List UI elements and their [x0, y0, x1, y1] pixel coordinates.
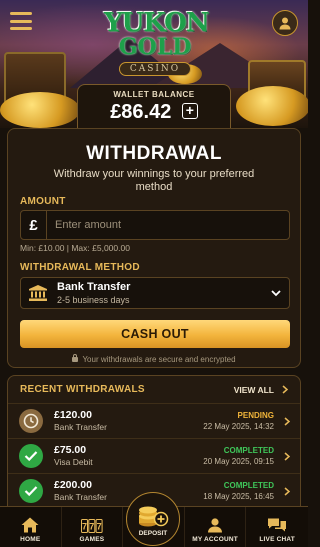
withdrawal-date: 20 May 2025, 09:15 — [203, 456, 274, 466]
chevron-right-icon — [282, 385, 288, 394]
logo-text: YUKON — [104, 8, 210, 38]
withdrawal-card: WITHDRAWAL Withdraw your winnings to you… — [7, 128, 301, 368]
nav-live-chat[interactable]: LIVE CHAT — [246, 507, 308, 547]
withdrawal-amount: £200.00 — [54, 479, 92, 491]
profile-button[interactable] — [272, 10, 298, 36]
amount-input[interactable] — [47, 211, 289, 239]
recent-withdrawals-panel: RECENT WITHDRAWALS VIEW ALL £120.00 Bank… — [7, 375, 301, 510]
coin-stack-icon — [139, 506, 169, 526]
withdrawal-method-select[interactable]: Bank Transfer 2-5 business days — [20, 277, 290, 309]
user-icon — [208, 518, 223, 533]
withdrawal-method: Bank Transfer — [54, 422, 107, 432]
withdrawal-date: 18 May 2025, 16:45 — [203, 491, 274, 501]
gold-coins-image — [236, 86, 308, 126]
withdrawal-method-label: WITHDRAWAL METHOD — [20, 262, 140, 273]
currency-symbol: £ — [21, 211, 47, 239]
wallet-balance-label: WALLET BALANCE — [113, 90, 195, 99]
gold-coins-image — [0, 92, 80, 128]
nav-live-chat-label: LIVE CHAT — [259, 536, 295, 543]
svg-text:7: 7 — [89, 522, 94, 532]
status-badge: COMPLETED — [223, 445, 274, 455]
nav-my-account[interactable]: MY ACCOUNT — [185, 507, 247, 547]
nav-games[interactable]: 7 7 7 GAMES — [62, 507, 124, 547]
clock-icon — [19, 409, 43, 433]
svg-text:7: 7 — [82, 522, 87, 532]
withdrawal-row[interactable]: £120.00 Bank Transfer PENDING 22 May 202… — [8, 404, 300, 439]
menu-icon-bar — [10, 27, 32, 30]
nav-my-account-label: MY ACCOUNT — [192, 536, 238, 543]
svg-text:7: 7 — [96, 522, 101, 532]
nav-home-label: HOME — [20, 536, 41, 543]
deposit-circle[interactable]: DEPOSIT — [126, 492, 180, 546]
hamburger-menu-button[interactable] — [10, 12, 32, 30]
chevron-down-icon — [263, 289, 289, 297]
menu-icon-bar — [10, 12, 32, 15]
page-subtitle: Withdraw your winnings to your preferred… — [53, 168, 255, 193]
security-note: Your withdrawals are secure and encrypte… — [8, 354, 300, 364]
bank-icon — [25, 285, 51, 301]
method-name: Bank Transfer — [57, 280, 131, 293]
check-icon — [19, 444, 43, 468]
menu-icon-bar — [10, 19, 32, 23]
nav-games-label: GAMES — [79, 536, 105, 543]
withdrawal-method: Visa Debit — [54, 457, 93, 467]
nav-deposit-label: DEPOSIT — [138, 529, 168, 537]
wallet-balance-panel: WALLET BALANCE £86.42 + — [77, 84, 231, 130]
check-icon — [19, 479, 43, 503]
recent-withdrawals-header: RECENT WITHDRAWALS VIEW ALL — [8, 376, 300, 404]
deposit-button[interactable]: DEPOSIT — [126, 492, 182, 547]
logo-text: CASINO — [118, 62, 192, 76]
recent-withdrawals-title: RECENT WITHDRAWALS — [20, 384, 145, 395]
withdrawal-amount: £120.00 — [54, 409, 92, 421]
nav-home[interactable]: HOME — [0, 507, 62, 547]
view-all-link[interactable]: VIEW ALL — [234, 385, 288, 395]
chevron-right-icon — [284, 486, 291, 496]
status-badge: COMPLETED — [223, 480, 274, 490]
add-funds-button[interactable]: + — [181, 103, 198, 119]
home-icon — [21, 517, 39, 533]
user-icon — [279, 17, 291, 30]
logo-text: GOLD — [118, 34, 192, 60]
lock-icon — [72, 354, 79, 362]
chevron-right-icon — [284, 416, 291, 426]
view-all-label: VIEW ALL — [233, 384, 274, 395]
method-processing-time: 2-5 business days — [57, 294, 130, 305]
chat-icon — [268, 518, 287, 532]
slot-machine-icon: 7 7 7 — [80, 519, 103, 533]
amount-limits: Min: £10.00 | Max: £5,000.00 — [20, 243, 130, 253]
amount-field[interactable]: £ — [20, 210, 290, 240]
withdrawal-amount: £75.00 — [54, 444, 87, 456]
withdrawal-row[interactable]: £75.00 Visa Debit COMPLETED 20 May 2025,… — [8, 439, 300, 474]
chevron-right-icon — [284, 451, 291, 461]
cash-out-button[interactable]: CASH OUT — [20, 320, 290, 348]
withdrawal-date: 22 May 2025, 14:32 — [203, 421, 274, 431]
wallet-balance-amount: £86.42 — [110, 101, 172, 123]
page-title: WITHDRAWAL — [86, 143, 222, 164]
yukon-gold-logo: YUKON GOLD CASINO — [104, 8, 210, 80]
status-badge: PENDING — [237, 410, 274, 420]
security-note-text: Your withdrawals are secure and encrypte… — [82, 355, 236, 364]
amount-label: AMOUNT — [20, 196, 66, 207]
